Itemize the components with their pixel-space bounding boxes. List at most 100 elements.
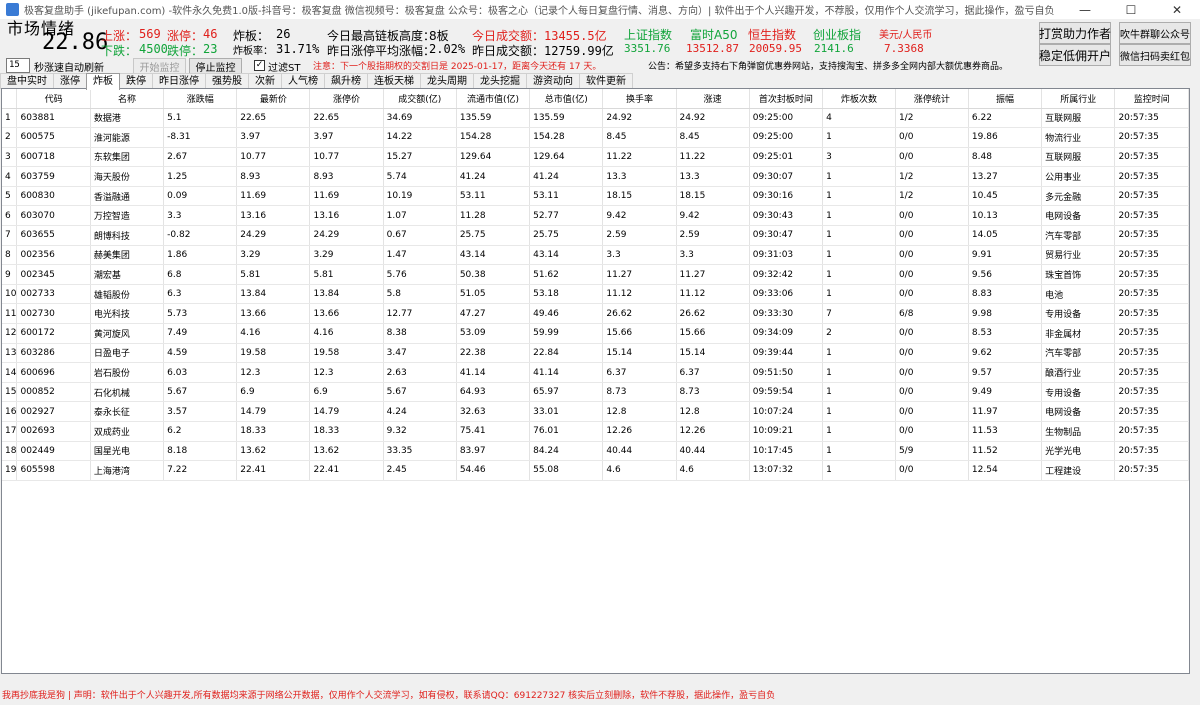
refresh-seconds-input[interactable]: 15 — [6, 58, 30, 73]
tab-13[interactable]: 软件更新 — [579, 73, 633, 89]
table-cell: 0/0 — [895, 460, 969, 481]
table-row[interactable]: 13 603286 日盈电子 4.59 19.58 19.58 3.47 22.38 22.84… — [2, 343, 1189, 364]
table-cell: 4.6 — [676, 460, 750, 481]
tab-1[interactable]: 涨停 — [53, 73, 87, 89]
table-row[interactable]: 17 002693 双成药业 6.2 18.33 18.33 9.32 75.41 76.01 1… — [2, 421, 1189, 442]
table-cell: 酿酒行业 — [1041, 362, 1116, 383]
table-cell: 53.11 — [529, 186, 604, 207]
table-row[interactable]: 12 600172 黄河旋风 7.49 4.16 4.16 8.38 53.09 59.99 15… — [2, 323, 1189, 344]
column-header-14[interactable]: 振幅 — [968, 89, 1043, 109]
tab-9[interactable]: 连板天梯 — [367, 73, 421, 89]
tab-5[interactable]: 强势股 — [205, 73, 249, 89]
column-header-5[interactable]: 涨停价 — [309, 89, 384, 109]
tab-4[interactable]: 昨日涨停 — [152, 73, 206, 89]
table-cell: 65.97 — [529, 382, 604, 403]
table-row[interactable]: 14 600696 岩石股份 6.03 12.3 12.3 2.63 41.14 41.14 6.… — [2, 362, 1189, 383]
column-header-7[interactable]: 流通市值(亿) — [456, 89, 531, 109]
table-cell: 专用设备 — [1041, 303, 1116, 325]
table-cell: 600575 — [16, 127, 91, 148]
column-header-4[interactable]: 最新价 — [236, 89, 311, 109]
minimize-button[interactable]: — — [1062, 0, 1108, 19]
table-cell: 43.14 — [456, 245, 531, 266]
column-header-0[interactable] — [2, 89, 18, 109]
table-row[interactable]: 6 603070 万控智造 3.3 13.16 13.16 1.07 11.28 52.77 9.… — [2, 205, 1189, 227]
table-cell: 0/0 — [895, 343, 969, 364]
start-monitor-button[interactable]: 开始监控 — [133, 58, 186, 74]
table-cell: 20:57:35 — [1114, 166, 1189, 187]
tab-10[interactable]: 龙头周期 — [420, 73, 474, 89]
column-header-9[interactable]: 换手率 — [602, 89, 677, 109]
table-cell: 1 — [822, 343, 896, 364]
table-cell: 11.69 — [309, 186, 384, 207]
table-cell: 13.3 — [676, 166, 750, 187]
tab-11[interactable]: 龙头挖掘 — [473, 73, 527, 89]
tab-7[interactable]: 人气榜 — [281, 73, 325, 89]
refresh-label: 秒涨速自动刷新 — [34, 63, 104, 74]
table-row[interactable]: 8 002356 赫美集团 1.86 3.29 3.29 1.47 43.14 43.14 3.3… — [2, 245, 1189, 266]
table-cell: 6.9 — [236, 382, 311, 403]
table-cell: 电光科技 — [90, 303, 165, 325]
row-number: 8 — [2, 245, 18, 266]
tab-3[interactable]: 跌停 — [119, 73, 153, 89]
column-header-16[interactable]: 监控时间 — [1114, 89, 1189, 109]
table-cell: 154.28 — [529, 127, 604, 148]
row-number: 4 — [2, 166, 18, 187]
column-header-13[interactable]: 涨停统计 — [895, 89, 969, 109]
tab-0[interactable]: 盘中实时 — [0, 73, 54, 89]
table-row[interactable]: 16 002927 泰永长征 3.57 14.79 14.79 4.24 32.63 33.01… — [2, 401, 1189, 422]
table-cell: 物流行业 — [1041, 127, 1116, 148]
table-cell: 1.07 — [383, 205, 457, 227]
table-row[interactable]: 9 002345 潮宏基 6.8 5.81 5.81 5.76 50.38 51.62 11.27… — [2, 264, 1189, 285]
table-cell: 49.46 — [529, 303, 604, 325]
table-row[interactable]: 19 605598 上海港湾 7.22 22.41 22.41 2.45 54.46 55.08… — [2, 460, 1189, 481]
table-cell: 600696 — [16, 362, 91, 383]
tab-6[interactable]: 次新 — [248, 73, 282, 89]
table-cell: 24.29 — [309, 225, 384, 246]
column-header-15[interactable]: 所属行业 — [1041, 89, 1116, 109]
stop-monitor-button[interactable]: 停止监控 — [189, 58, 242, 74]
table-row[interactable]: 18 002449 国星光电 8.18 13.62 13.62 33.35 83.97 84.2… — [2, 441, 1189, 462]
table-cell: 0/0 — [895, 323, 969, 344]
column-header-6[interactable]: 成交额(亿) — [383, 89, 457, 109]
table-row[interactable]: 1 603881 数据港 5.1 22.65 22.65 34.69 135.59 135.59… — [2, 108, 1189, 129]
table-cell: 6.37 — [602, 362, 677, 383]
public-account-button[interactable]: 吹牛群聊公众号 — [1119, 22, 1191, 44]
filter-st-checkbox[interactable]: ✓ — [254, 60, 265, 71]
table-row[interactable]: 4 603759 海天股份 1.25 8.93 8.93 5.74 41.24 41.24 13.… — [2, 166, 1189, 187]
table-cell: 14.22 — [383, 127, 457, 148]
table-cell: 3.29 — [309, 245, 384, 266]
table-row[interactable]: 11 002730 电光科技 5.73 13.66 13.66 12.77 47.27 49.4… — [2, 303, 1189, 325]
column-header-1[interactable]: 代码 — [16, 89, 91, 109]
maximize-button[interactable]: ☐ — [1108, 0, 1154, 19]
column-header-10[interactable]: 涨速 — [676, 89, 750, 109]
table-cell: 33.35 — [383, 441, 457, 462]
wechat-red-packet-button[interactable]: 微信扫码卖红包 — [1119, 44, 1191, 66]
table-cell: 11.28 — [456, 205, 531, 227]
table-cell: 3.3 — [602, 245, 677, 266]
column-header-12[interactable]: 炸板次数 — [822, 89, 896, 109]
tab-8[interactable]: 飙升榜 — [324, 73, 368, 89]
table-row[interactable]: 15 000852 石化机械 5.67 6.9 6.9 5.67 64.93 65.97 8.73… — [2, 382, 1189, 403]
table-row[interactable]: 2 600575 淮河能源 -8.31 3.97 3.97 14.22 154.28 154.2… — [2, 127, 1189, 148]
open-account-button[interactable]: 稳定低佣开户 — [1039, 44, 1111, 66]
table-cell: 13.16 — [236, 205, 311, 227]
table-cell: 0/0 — [895, 421, 969, 442]
table-cell: 10:17:45 — [749, 441, 824, 462]
table-cell: 135.59 — [456, 108, 531, 129]
table-row[interactable]: 10 002733 雄韬股份 6.3 13.84 13.84 5.8 51.05 53.18 11… — [2, 284, 1189, 305]
table-row[interactable]: 3 600718 东软集团 2.67 10.77 10.77 15.27 129.64 129.… — [2, 147, 1189, 168]
donate-button[interactable]: 打赏助力作者 — [1039, 22, 1111, 44]
column-header-11[interactable]: 首次封板时间 — [749, 89, 824, 109]
column-header-8[interactable]: 总市值(亿) — [529, 89, 604, 109]
tab-12[interactable]: 游资动向 — [526, 73, 580, 89]
column-header-3[interactable]: 涨跌幅 — [163, 89, 238, 109]
table-cell: 19.58 — [236, 343, 311, 364]
column-header-2[interactable]: 名称 — [90, 89, 165, 109]
row-number: 19 — [2, 460, 18, 481]
table-cell: 24.29 — [236, 225, 311, 246]
table-row[interactable]: 7 603655 朗博科技 -0.82 24.29 24.29 0.67 25.75 25.75… — [2, 225, 1189, 246]
table-cell: 12.54 — [968, 460, 1043, 481]
table-row[interactable]: 5 600830 香溢融通 0.09 11.69 11.69 10.19 53.11 53.11… — [2, 186, 1189, 207]
close-button[interactable]: ✕ — [1154, 0, 1200, 19]
tab-2[interactable]: 炸板 — [86, 73, 120, 90]
